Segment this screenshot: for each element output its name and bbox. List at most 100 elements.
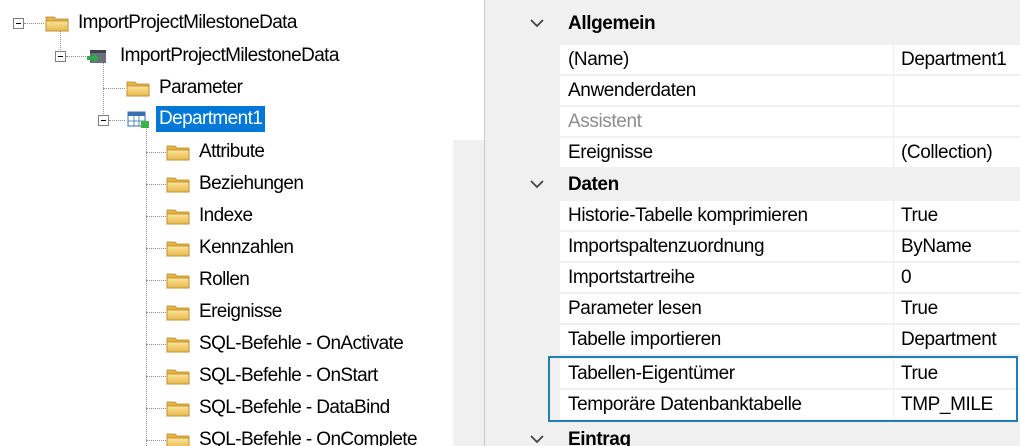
chevron-down-icon[interactable] — [528, 176, 546, 192]
tree-node-label: Beziehungen — [199, 173, 304, 194]
tree-node-parameter[interactable]: Parameter — [126, 73, 245, 103]
tree-view[interactable]: ImportProjectMilestoneData ImportProject… — [0, 0, 453, 446]
property-row-parameter-lesen[interactable]: Parameter lesen True — [514, 294, 1020, 325]
property-name: Importstartreihe — [560, 263, 894, 293]
tree-node-label: SQL-Befehle - OnStart — [199, 365, 378, 386]
tree-node-label: Indexe — [199, 205, 253, 226]
tree-node-label: Parameter — [159, 77, 243, 98]
property-row-tabelle-importieren[interactable]: Tabelle importieren Department — [514, 325, 1020, 356]
process-icon — [87, 50, 106, 63]
tree-node-department[interactable]: Department1 — [126, 104, 266, 134]
folder-icon — [166, 239, 190, 257]
property-name: Importspaltenzuordnung — [560, 232, 894, 262]
tree-node-beziehungen[interactable]: Beziehungen — [166, 169, 306, 199]
property-value[interactable]: (Collection) — [894, 138, 1020, 168]
tree-node-sql-oncomplete[interactable]: SQL-Befehle - OnComplete — [166, 425, 420, 446]
property-row-temporaere-tabelle[interactable]: Temporäre Datenbanktabelle TMP_MILE — [514, 390, 1020, 421]
tree-connector — [109, 120, 125, 121]
property-row-importstartreihe[interactable]: Importstartreihe 0 — [514, 263, 1020, 294]
table-icon — [127, 111, 149, 128]
tree-node-process[interactable]: ImportProjectMilestoneData — [87, 41, 342, 71]
tree-node-label: SQL-Befehle - DataBind — [199, 397, 390, 418]
tree-connector — [24, 23, 44, 24]
property-name: (Name) — [560, 45, 894, 75]
tree-node-sql-onstart[interactable]: SQL-Befehle - OnStart — [166, 361, 381, 391]
category-label: Daten — [568, 174, 619, 195]
property-row-assistent[interactable]: Assistent — [514, 107, 1020, 138]
tree-node-label: Attribute — [199, 141, 265, 162]
property-value[interactable]: ByName — [894, 232, 1020, 262]
tree-node-label: SQL-Befehle - OnActivate — [199, 333, 404, 354]
category-eintrag[interactable]: Eintrag — [514, 424, 1020, 446]
category-label: Eintrag — [568, 429, 631, 446]
property-row-importspaltenzuordnung[interactable]: Importspaltenzuordnung ByName — [514, 232, 1020, 263]
tree-connector — [146, 125, 147, 446]
collapse-toggle[interactable] — [55, 51, 66, 62]
tree-node-label: Ereignisse — [199, 301, 282, 322]
tree-connector — [66, 56, 86, 57]
folder-icon — [166, 431, 190, 446]
property-name: Tabelle importieren — [560, 325, 894, 355]
scrollbar-thumb[interactable] — [453, 0, 484, 140]
collapse-toggle[interactable] — [13, 18, 24, 29]
tree-node-label: Rollen — [199, 269, 250, 290]
folder-icon — [166, 271, 190, 289]
tree-node-root[interactable]: ImportProjectMilestoneData — [45, 8, 300, 38]
folder-icon — [45, 14, 69, 32]
property-name: Ereignisse — [560, 138, 894, 168]
tree-connector — [146, 344, 166, 345]
tree-connector — [146, 280, 166, 281]
tree-node-label: ImportProjectMilestoneData — [78, 12, 297, 33]
tree-connector — [103, 88, 125, 89]
property-value[interactable]: True — [894, 201, 1020, 231]
folder-icon — [166, 367, 190, 385]
property-value[interactable]: 0 — [894, 263, 1020, 293]
property-grid[interactable]: Allgemein (Name) Department1 Anwenderdat… — [514, 0, 1020, 446]
category-label: Allgemein — [568, 13, 656, 34]
property-value[interactable] — [894, 76, 1020, 106]
tree-node-rollen[interactable]: Rollen — [166, 265, 252, 295]
property-value[interactable]: True — [894, 359, 1020, 389]
property-row-ereignisse[interactable]: Ereignisse (Collection) — [514, 138, 1020, 169]
tree-node-label: Kennzahlen — [199, 237, 294, 258]
property-name: Historie-Tabelle komprimieren — [560, 201, 894, 231]
property-row-anwenderdaten[interactable]: Anwenderdaten — [514, 76, 1020, 107]
property-row-tabellen-eigentuemer[interactable]: Tabellen-Eigentümer True — [514, 359, 1020, 390]
property-value[interactable]: Department1 — [894, 45, 1020, 75]
tree-scrollbar[interactable] — [453, 0, 484, 446]
folder-icon — [166, 175, 190, 193]
tree-node-indexe[interactable]: Indexe — [166, 201, 255, 231]
folder-icon — [166, 303, 190, 321]
property-value[interactable]: TMP_MILE — [894, 390, 1020, 420]
property-name: Temporäre Datenbanktabelle — [560, 390, 894, 420]
tree-node-sql-onactivate[interactable]: SQL-Befehle - OnActivate — [166, 329, 406, 359]
property-value[interactable]: Department — [894, 325, 1020, 355]
tree-connector — [146, 312, 166, 313]
tree-node-sql-databind[interactable]: SQL-Befehle - DataBind — [166, 393, 393, 423]
property-name: Tabellen-Eigentümer — [560, 359, 894, 389]
property-row-name[interactable]: (Name) Department1 — [514, 45, 1020, 76]
tree-node-kennzahlen[interactable]: Kennzahlen — [166, 233, 296, 263]
folder-icon — [166, 143, 190, 161]
collapse-toggle[interactable] — [98, 115, 109, 126]
tree-node-label: SQL-Befehle - OnComplete — [199, 429, 418, 446]
property-row-historie[interactable]: Historie-Tabelle komprimieren True — [514, 201, 1020, 232]
tree-connector — [146, 152, 166, 153]
property-name: Parameter lesen — [560, 294, 894, 324]
tree-connector — [146, 376, 166, 377]
tree-node-attribute[interactable]: Attribute — [166, 137, 267, 167]
chevron-down-icon[interactable] — [528, 15, 546, 31]
property-value[interactable]: True — [894, 294, 1020, 324]
tree-connector — [146, 184, 166, 185]
tree-connector — [146, 408, 166, 409]
tree-connector — [146, 248, 166, 249]
property-name: Anwenderdaten — [560, 76, 894, 106]
folder-icon — [166, 335, 190, 353]
category-daten[interactable]: Daten — [514, 169, 1020, 200]
category-allgemein[interactable]: Allgemein — [514, 8, 1020, 39]
property-value[interactable] — [894, 107, 1020, 137]
property-name: Assistent — [560, 107, 894, 137]
tree-node-ereignisse[interactable]: Ereignisse — [166, 297, 285, 327]
pane-splitter[interactable] — [484, 0, 514, 446]
chevron-down-icon[interactable] — [528, 431, 546, 446]
